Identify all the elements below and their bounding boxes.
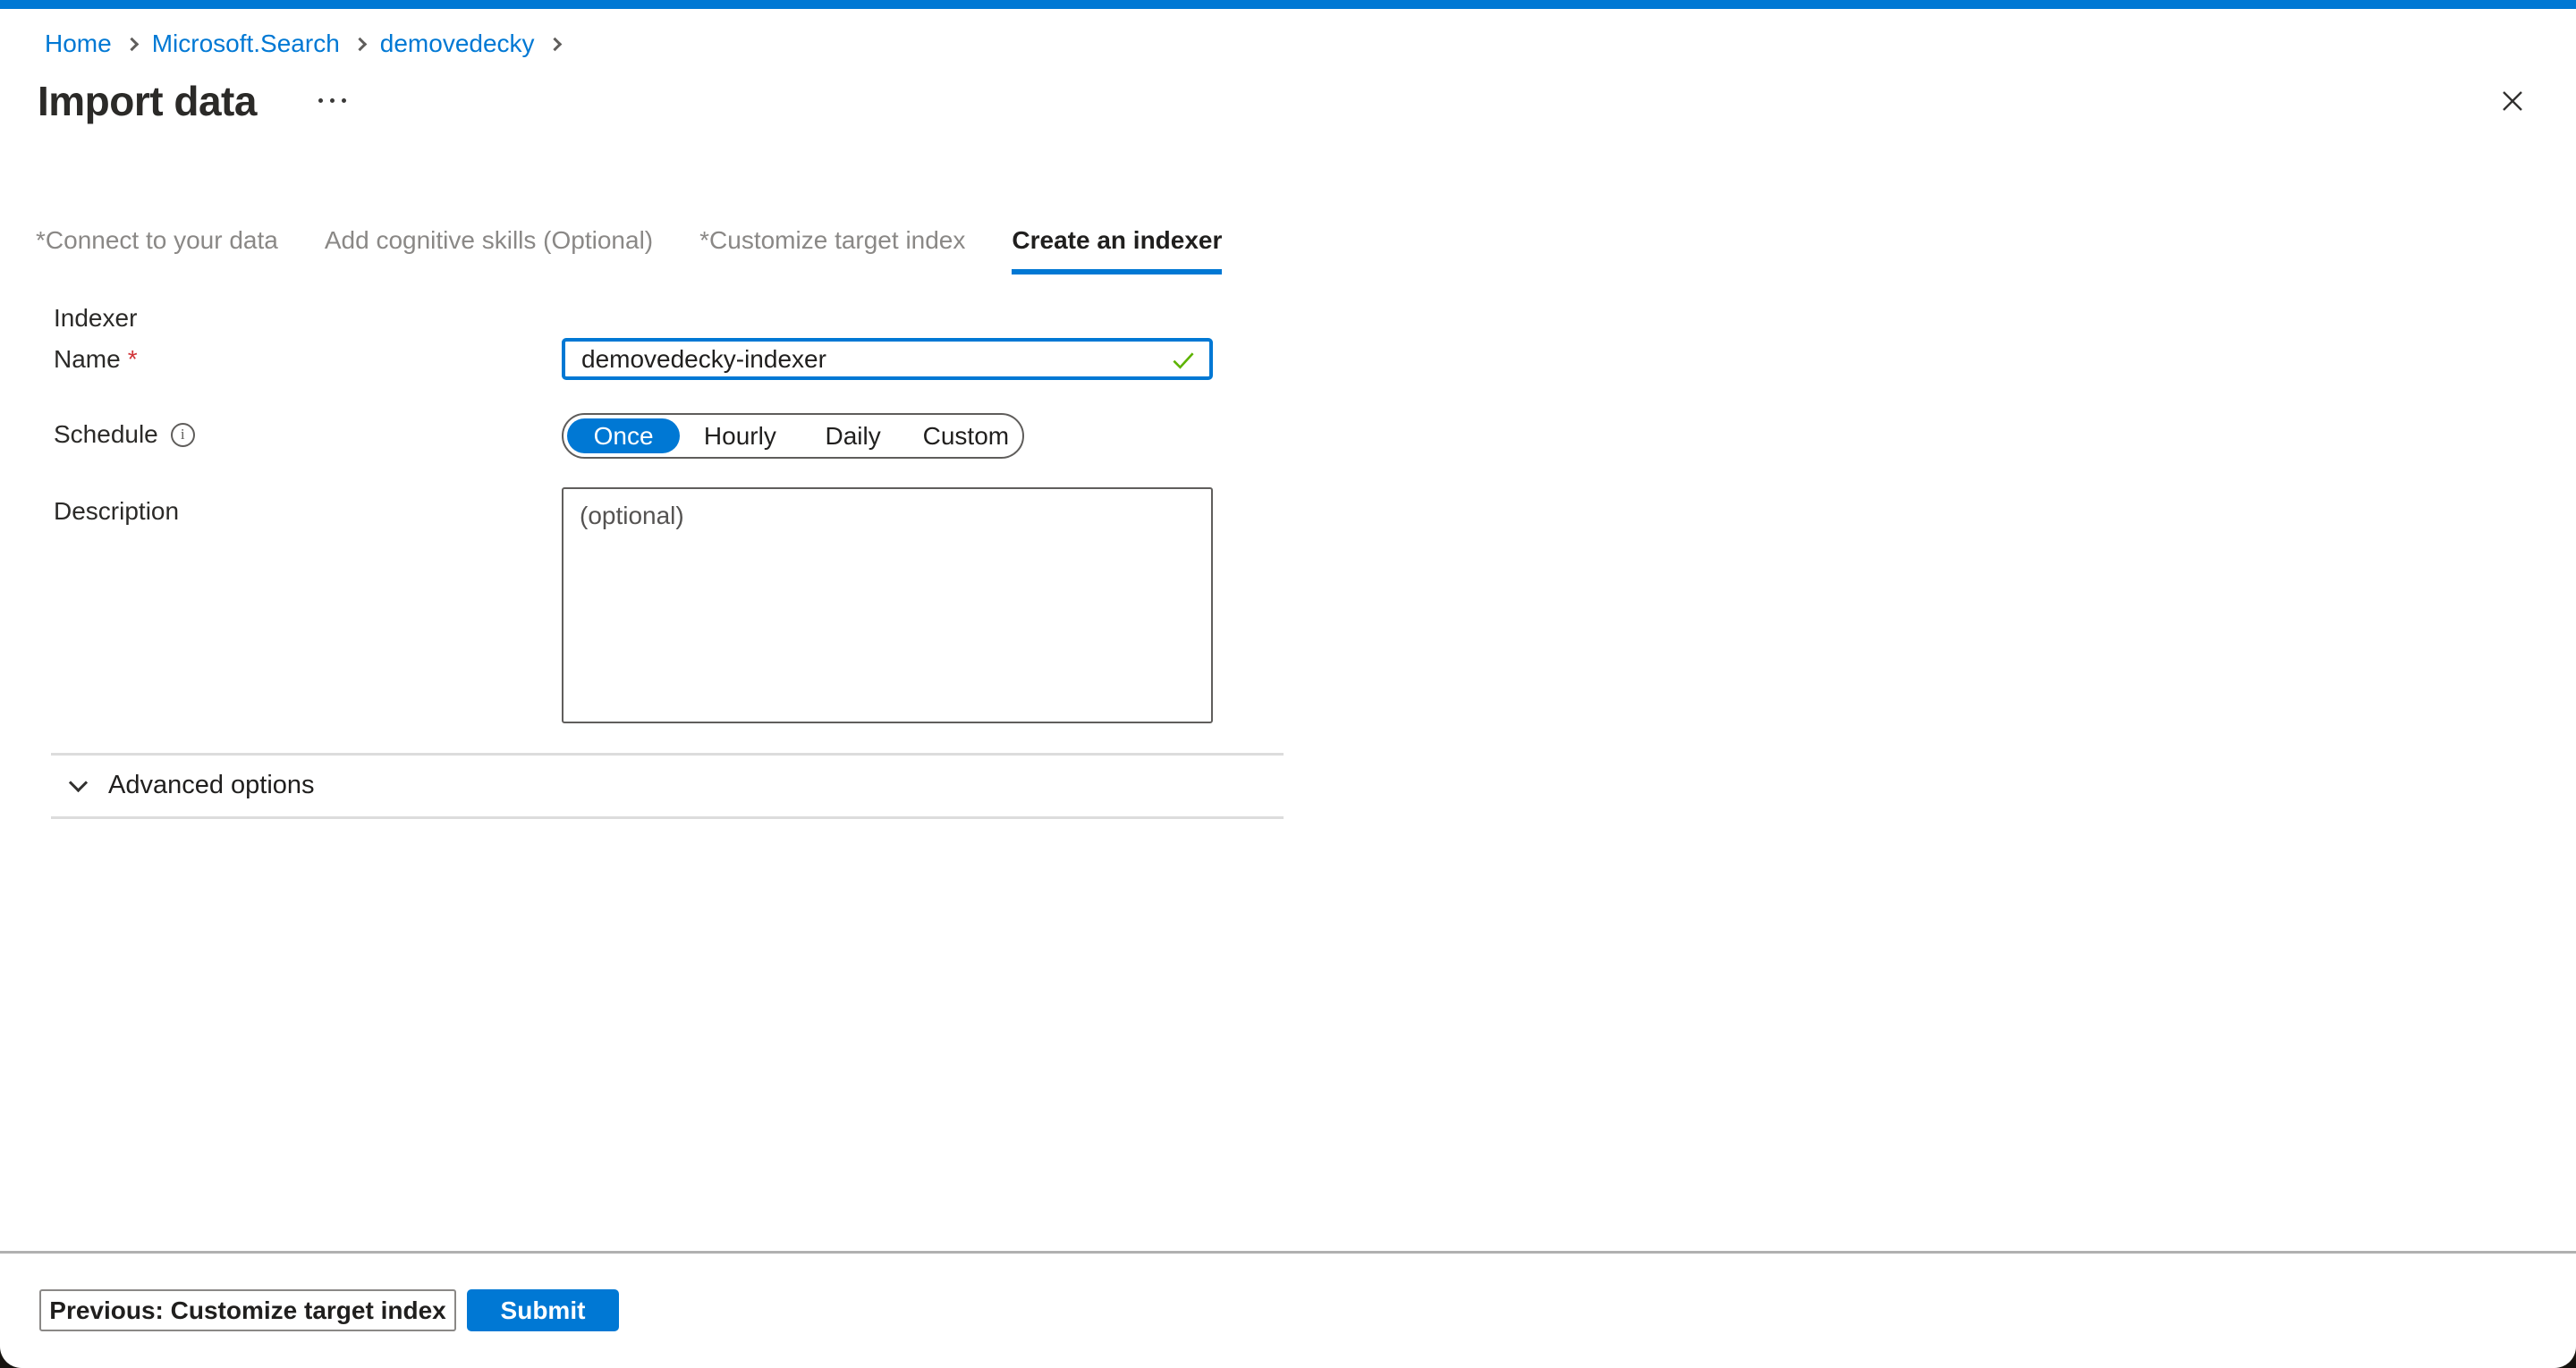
description-textarea[interactable] — [562, 487, 1213, 723]
close-icon[interactable] — [2496, 84, 2529, 118]
previous-step-button[interactable]: Previous: Customize target index — [39, 1289, 456, 1331]
name-field-label: Name * — [54, 345, 138, 374]
tab-add-cognitive-skills[interactable]: Add cognitive skills (Optional) — [325, 225, 653, 274]
required-asterisk: * — [128, 345, 138, 374]
indexer-name-input[interactable] — [562, 338, 1213, 380]
schedule-segmented-control: Once Hourly Daily Custom — [562, 413, 1024, 459]
breadcrumb-home-link[interactable]: Home — [45, 29, 112, 59]
schedule-option-hourly[interactable]: Hourly — [683, 415, 796, 457]
advanced-options-label: Advanced options — [108, 771, 315, 800]
footer-divider — [0, 1251, 2576, 1254]
tab-customize-target-index[interactable]: *Customize target index — [699, 225, 965, 274]
name-label-text: Name — [54, 345, 121, 374]
breadcrumb-resource-link[interactable]: demovedecky — [380, 29, 535, 59]
breadcrumb: Home Microsoft.Search demovedecky — [45, 29, 575, 59]
divider — [51, 816, 1284, 819]
submit-button[interactable]: Submit — [467, 1289, 619, 1331]
breadcrumb-service-link[interactable]: Microsoft.Search — [152, 29, 340, 59]
tab-create-an-indexer[interactable]: Create an indexer — [1012, 225, 1222, 274]
chevron-right-icon — [353, 37, 368, 51]
description-field-label: Description — [54, 497, 179, 526]
import-data-page: Home Microsoft.Search demovedecky Import… — [0, 0, 2576, 1368]
tab-connect-to-your-data[interactable]: *Connect to your data — [36, 225, 278, 274]
name-field — [562, 338, 1213, 380]
chevron-down-icon — [69, 773, 88, 792]
more-ellipsis-icon[interactable] — [313, 93, 352, 108]
portal-top-accent-bar — [0, 0, 2576, 9]
indexer-section-label: Indexer — [54, 304, 137, 333]
schedule-option-daily[interactable]: Daily — [797, 415, 910, 457]
schedule-label-text: Schedule — [54, 420, 158, 449]
green-checkmark-icon — [1168, 345, 1199, 380]
divider — [51, 753, 1284, 756]
info-icon[interactable] — [171, 423, 195, 447]
advanced-options-expander[interactable]: Advanced options — [72, 771, 315, 800]
description-label-text: Description — [54, 497, 179, 526]
wizard-tabs: *Connect to your data Add cognitive skil… — [36, 225, 1222, 274]
schedule-option-custom[interactable]: Custom — [910, 415, 1022, 457]
chevron-right-icon — [547, 37, 562, 51]
schedule-field-label: Schedule — [54, 420, 195, 449]
page-title: Import data — [38, 77, 257, 125]
schedule-option-once[interactable]: Once — [567, 418, 680, 453]
chevron-right-icon — [124, 37, 139, 51]
